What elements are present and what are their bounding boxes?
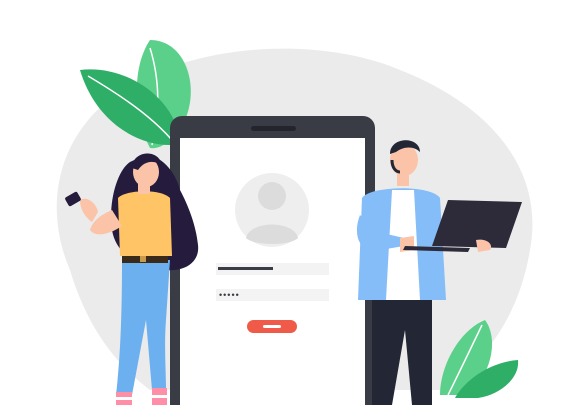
password-field[interactable]: ••••• [216, 289, 329, 301]
login-illustration: ••••• [0, 0, 567, 405]
user-avatar-icon [235, 173, 309, 247]
username-field[interactable] [216, 263, 329, 275]
phone-device [170, 116, 375, 405]
username-value-bar [218, 267, 273, 270]
login-button[interactable] [247, 320, 297, 333]
phone-speaker [251, 126, 296, 131]
password-mask: ••••• [219, 290, 240, 300]
